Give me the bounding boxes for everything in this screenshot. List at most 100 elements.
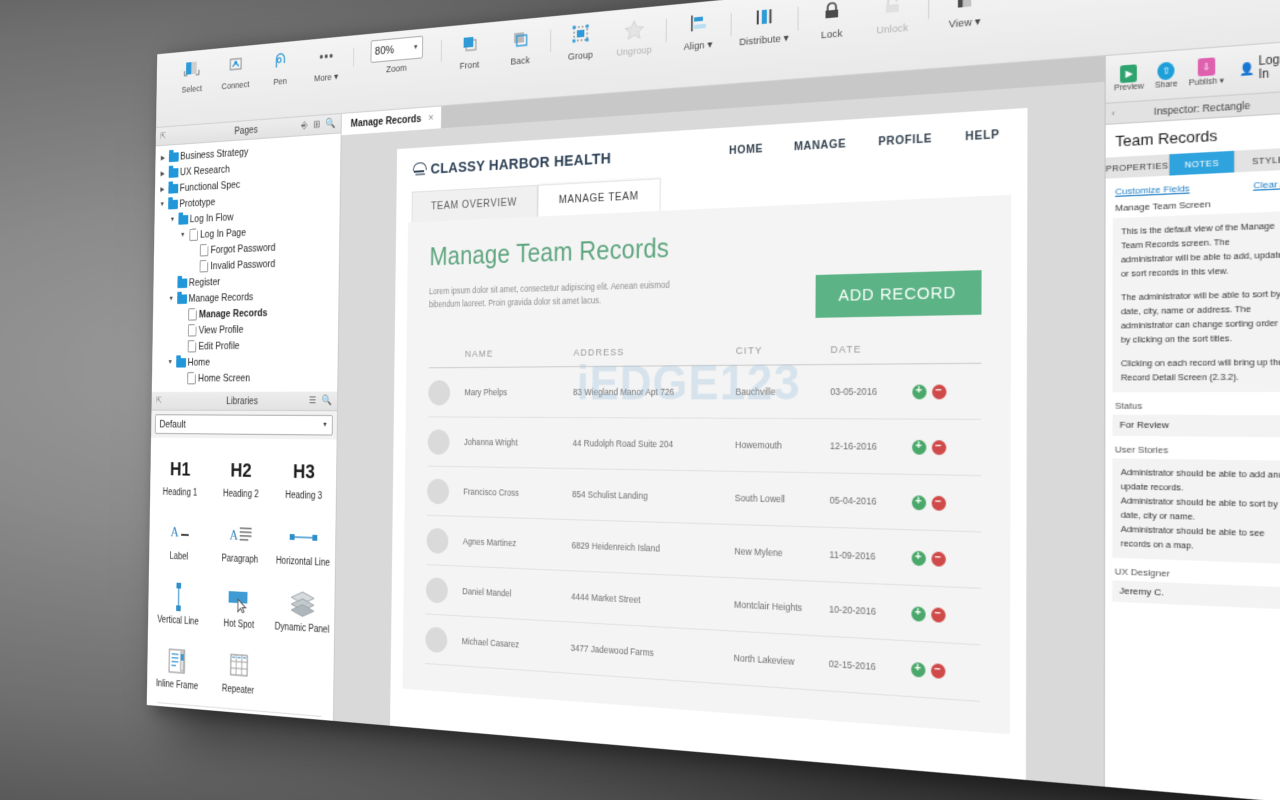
zoom-select[interactable]: 80% ▼ (370, 35, 424, 63)
menu-icon[interactable]: ☰ (309, 395, 316, 406)
chevron-down-icon[interactable]: ▼ (178, 232, 187, 239)
cell-address: 6829 Heidenreich Island (571, 539, 660, 554)
design-canvas[interactable]: iEDGE123 CLASSY HARBOR HEALTH HOME MANAG… (333, 81, 1105, 787)
column-header-city[interactable]: CITY (736, 344, 831, 357)
lock-button[interactable]: Lock (809, 0, 855, 43)
add-record-row-button[interactable]: + (910, 605, 926, 622)
ungroup-button[interactable]: Ungroup (613, 14, 655, 59)
search-icon[interactable]: 🔍 (326, 118, 336, 129)
widget-hot-spot[interactable]: Hot Spot (208, 575, 271, 644)
widget-inline-frame[interactable]: Inline Frame (147, 636, 208, 705)
status-select[interactable]: For Review ▼ (1112, 414, 1280, 438)
select-tool-button[interactable]: Select (175, 56, 209, 96)
label-icon: A (166, 518, 192, 547)
page-tree-item[interactable]: ▼ Home (152, 352, 338, 370)
remove-record-row-button[interactable]: − (931, 439, 946, 455)
widget-heading-3[interactable]: H3 Heading 3 (272, 447, 337, 515)
brand-logo[interactable]: CLASSY HARBOR HEALTH (412, 149, 612, 178)
folder-icon (176, 278, 189, 288)
distribute-button[interactable]: Distribute ▾ (739, 1, 789, 49)
widget-heading-1[interactable]: H1 Heading 1 (150, 445, 211, 510)
page-tree-item-label: View Profile (198, 323, 244, 336)
widget-label: Heading 3 (285, 490, 323, 502)
widget-label: Vertical Line (157, 614, 199, 628)
page-tree-item-label: Manage Records (198, 306, 268, 320)
note-text-area[interactable]: This is the default view of the Manage T… (1112, 210, 1280, 393)
chevron-down-icon: ▼ (322, 421, 328, 429)
remove-record-row-button[interactable]: − (930, 662, 945, 679)
chevron-down-icon[interactable]: ▼ (166, 359, 175, 366)
cell-city: North Lakeview (733, 652, 795, 668)
add-page-icon[interactable]: ⎆ (301, 120, 308, 131)
column-header-address[interactable]: ADDRESS (573, 345, 736, 359)
pen-tool-button[interactable]: Pen (263, 47, 298, 88)
widget-paragraph[interactable]: A Paragraph (209, 510, 272, 578)
chevron-right-icon[interactable]: ▶ (158, 185, 167, 193)
widget-repeater[interactable]: Repeater (207, 640, 270, 710)
nav-item-home[interactable]: HOME (729, 142, 763, 157)
view-button[interactable]: View ▾ (940, 0, 989, 32)
widget-horizontal-line[interactable]: Horizontal Line (271, 512, 336, 581)
send-back-button[interactable]: Back (500, 25, 540, 69)
widget-dynamic-panel[interactable]: Dynamic Panel (270, 578, 335, 648)
collapse-icon[interactable]: ⇱ (156, 396, 162, 406)
collapse-icon[interactable]: ‹ (1112, 108, 1115, 119)
add-record-row-button[interactable]: + (911, 384, 927, 399)
cell-date: 11-09-2016 (829, 549, 876, 562)
library-select[interactable]: Default ▼ (154, 414, 333, 436)
chevron-down-icon[interactable]: ▼ (167, 296, 176, 303)
user-stories-text-area[interactable]: Administrator should be able to add and … (1112, 458, 1280, 564)
widget-heading-2[interactable]: H2 Heading 2 (210, 446, 273, 512)
nav-item-help[interactable]: HELP (965, 128, 999, 144)
login-button[interactable]: 👤 Log In (1239, 53, 1280, 83)
add-folder-icon[interactable]: ⊞ (313, 119, 320, 130)
widget-label-tool[interactable]: A Label (149, 508, 210, 574)
bring-front-icon (460, 30, 480, 58)
add-record-button[interactable]: ADD RECORD (815, 270, 982, 318)
collapse-icon[interactable]: ⇱ (160, 131, 166, 142)
add-record-row-button[interactable]: + (910, 661, 925, 678)
table-row[interactable]: Mary Phelps 83 Wiegland Manor Apt 726 Bauc… (427, 363, 981, 420)
row-actions: + − (910, 661, 980, 680)
remove-record-row-button[interactable]: − (931, 383, 946, 399)
folder-icon (176, 293, 189, 304)
bring-front-button[interactable]: Front (450, 29, 489, 72)
share-button[interactable]: ⇧ Share (1155, 60, 1178, 90)
brand-name: CLASSY HARBOR HEALTH (430, 149, 612, 178)
tab-team-overview[interactable]: TEAM OVERVIEW (411, 184, 538, 223)
connect-tool-button[interactable]: Connect (218, 52, 253, 93)
search-icon[interactable]: 🔍 (322, 395, 332, 406)
more-tools-button[interactable]: More ▾ (308, 43, 344, 85)
unlock-icon (882, 0, 904, 21)
add-record-row-button[interactable]: + (911, 494, 926, 510)
preview-button[interactable]: ▶ Preview (1114, 63, 1144, 92)
close-icon[interactable]: × (428, 112, 434, 124)
column-header-name[interactable]: NAME (465, 347, 574, 359)
nav-item-manage[interactable]: MANAGE (794, 137, 847, 153)
column-header-date[interactable]: DATE (830, 343, 912, 357)
page-tree-item[interactable]: Home Screen (152, 369, 338, 386)
remove-record-row-button[interactable]: − (930, 550, 946, 567)
avatar (426, 478, 449, 504)
add-record-row-button[interactable]: + (911, 550, 926, 566)
add-record-row-button[interactable]: + (911, 439, 926, 455)
customize-fields-link[interactable]: Customize Fields (1115, 183, 1189, 197)
widget-vertical-line[interactable]: Vertical Line (148, 572, 209, 640)
align-button[interactable]: Align ▾ (676, 8, 720, 54)
page-icon (185, 340, 198, 353)
clear-all-link[interactable]: Clear All (1253, 178, 1280, 191)
remove-record-row-button[interactable]: − (931, 495, 946, 511)
unlock-button[interactable]: Unlock (869, 0, 917, 38)
left-sidebar: ⇱ Pages ⎆ ⊞ 🔍 ▶ Business Strategy ▶ UX Rese… (146, 113, 342, 721)
chevron-down-icon[interactable]: ▼ (168, 216, 177, 224)
chevron-down-icon[interactable]: ▼ (158, 201, 167, 208)
widget-label: Horizontal Line (275, 555, 331, 569)
group-button[interactable]: Group (560, 19, 601, 64)
tab-manage-team[interactable]: MANAGE TEAM (537, 178, 661, 217)
chevron-right-icon[interactable]: ▶ (158, 169, 167, 177)
chevron-right-icon[interactable]: ▶ (158, 153, 167, 162)
publish-button[interactable]: ⇩ Publish ▾ (1189, 57, 1224, 88)
tab-style[interactable]: STYLE (1235, 147, 1280, 173)
remove-record-row-button[interactable]: − (930, 606, 946, 623)
nav-item-profile[interactable]: PROFILE (878, 132, 932, 149)
